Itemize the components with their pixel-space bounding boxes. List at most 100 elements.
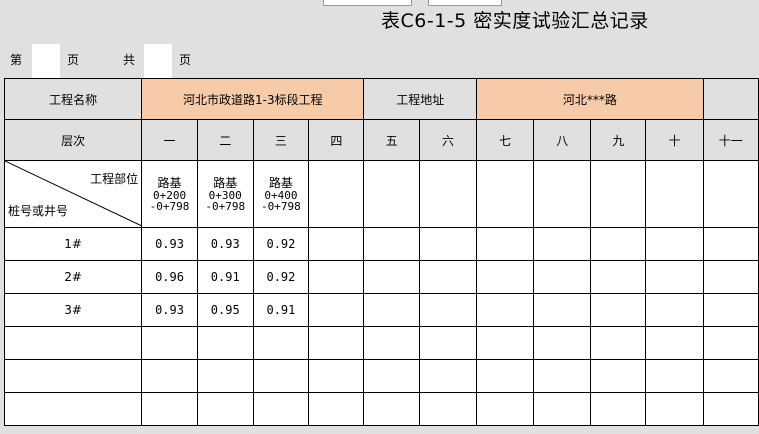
empty-cell[interactable] xyxy=(590,227,647,261)
density-value[interactable]: 0.92 xyxy=(252,227,310,261)
empty-cell[interactable] xyxy=(363,293,420,327)
empty-cell[interactable] xyxy=(533,293,592,327)
density-value[interactable]: 0.92 xyxy=(252,260,310,294)
empty-cell[interactable] xyxy=(418,392,478,426)
empty-cell[interactable] xyxy=(308,260,365,294)
empty-cell[interactable] xyxy=(645,227,704,261)
empty-cell[interactable] xyxy=(590,359,647,393)
level-header[interactable]: 六 xyxy=(418,119,478,161)
location-cell[interactable] xyxy=(590,160,647,228)
empty-cell[interactable] xyxy=(141,392,198,426)
empty-cell[interactable] xyxy=(476,359,535,393)
empty-cell[interactable] xyxy=(363,227,420,261)
empty-cell[interactable] xyxy=(363,326,420,360)
location-cell[interactable] xyxy=(476,160,535,228)
empty-cell[interactable] xyxy=(476,260,535,294)
empty-cell[interactable] xyxy=(645,260,704,294)
empty-cell[interactable] xyxy=(476,326,535,360)
empty-cell[interactable] xyxy=(141,326,198,360)
location-cell[interactable] xyxy=(645,160,704,228)
empty-cell[interactable] xyxy=(533,359,592,393)
page-number-cell[interactable] xyxy=(32,44,60,78)
location-cell[interactable] xyxy=(702,160,759,228)
density-value[interactable]: 0.91 xyxy=(196,260,254,294)
density-value[interactable]: 0.91 xyxy=(252,293,310,327)
empty-cell[interactable] xyxy=(308,392,365,426)
empty-cell[interactable] xyxy=(645,359,704,393)
empty-cell[interactable] xyxy=(590,293,647,327)
empty-cell[interactable] xyxy=(702,359,759,393)
location-cell[interactable] xyxy=(418,160,478,228)
empty-cell[interactable] xyxy=(308,326,365,360)
empty-cell[interactable] xyxy=(702,260,759,294)
level-header[interactable]: 九 xyxy=(590,119,647,161)
empty-cell[interactable] xyxy=(645,326,704,360)
empty-cell[interactable] xyxy=(533,392,592,426)
level-header[interactable]: 八 xyxy=(533,119,592,161)
empty-cell[interactable] xyxy=(308,359,365,393)
level-header[interactable]: 四 xyxy=(308,119,365,161)
empty-cell[interactable] xyxy=(476,293,535,327)
empty-cell[interactable] xyxy=(476,227,535,261)
location-cell[interactable] xyxy=(308,160,365,228)
density-value[interactable]: 0.95 xyxy=(196,293,254,327)
empty-cell[interactable] xyxy=(476,392,535,426)
empty-cell[interactable] xyxy=(590,392,647,426)
empty-cell[interactable] xyxy=(533,260,592,294)
empty-cell[interactable] xyxy=(702,227,759,261)
empty-cell[interactable] xyxy=(533,326,592,360)
empty-cell[interactable] xyxy=(702,326,759,360)
level-header[interactable]: 十 xyxy=(645,119,704,161)
empty-cell[interactable] xyxy=(418,293,478,327)
location-cell[interactable] xyxy=(363,160,420,228)
density-value[interactable]: 0.93 xyxy=(196,227,254,261)
station-id[interactable]: 1# xyxy=(3,227,143,261)
empty-cell[interactable] xyxy=(196,359,254,393)
level-header[interactable]: 三 xyxy=(252,119,310,161)
empty-cell[interactable] xyxy=(3,359,143,393)
location-cell[interactable]: 路基 0+300 -0+798 xyxy=(196,160,254,228)
level-header[interactable]: 五 xyxy=(363,119,420,161)
empty-cell[interactable] xyxy=(363,359,420,393)
blank-cell[interactable] xyxy=(702,78,759,120)
empty-cell[interactable] xyxy=(363,392,420,426)
density-value[interactable]: 0.96 xyxy=(141,260,198,294)
station-id[interactable]: 3# xyxy=(3,293,143,327)
station-id[interactable]: 2# xyxy=(3,260,143,294)
empty-cell[interactable] xyxy=(3,392,143,426)
density-value[interactable]: 0.93 xyxy=(141,293,198,327)
empty-cell[interactable] xyxy=(252,359,310,393)
empty-cell[interactable] xyxy=(252,392,310,426)
empty-cell[interactable] xyxy=(590,260,647,294)
empty-cell[interactable] xyxy=(308,293,365,327)
diagonal-header-cell[interactable]: 工程部位 桩号或井号 xyxy=(3,160,143,228)
empty-cell[interactable] xyxy=(196,392,254,426)
empty-cell[interactable] xyxy=(418,326,478,360)
level-header[interactable]: 十一 xyxy=(702,119,759,161)
empty-cell[interactable] xyxy=(252,326,310,360)
empty-cell[interactable] xyxy=(418,260,478,294)
level-header[interactable]: 七 xyxy=(476,119,535,161)
empty-cell[interactable] xyxy=(141,359,198,393)
level-header[interactable]: 二 xyxy=(196,119,254,161)
density-value[interactable]: 0.93 xyxy=(141,227,198,261)
empty-cell[interactable] xyxy=(645,293,704,327)
empty-cell[interactable] xyxy=(363,260,420,294)
total-pages-cell[interactable] xyxy=(144,44,172,78)
empty-cell[interactable] xyxy=(418,227,478,261)
location-cell[interactable] xyxy=(533,160,592,228)
empty-cell[interactable] xyxy=(590,326,647,360)
empty-cell[interactable] xyxy=(308,227,365,261)
location-cell[interactable]: 路基 0+200 -0+798 xyxy=(141,160,198,228)
location-cell[interactable]: 路基 0+400 -0+798 xyxy=(252,160,310,228)
empty-cell[interactable] xyxy=(645,392,704,426)
empty-cell[interactable] xyxy=(196,326,254,360)
empty-cell[interactable] xyxy=(702,293,759,327)
project-name-value[interactable]: 河北市政道路1-3标段工程 xyxy=(141,78,365,120)
level-header[interactable]: 一 xyxy=(141,119,198,161)
empty-cell[interactable] xyxy=(533,227,592,261)
empty-cell[interactable] xyxy=(3,326,143,360)
empty-cell[interactable] xyxy=(702,392,759,426)
project-address-value[interactable]: 河北***路 xyxy=(476,78,704,120)
empty-cell[interactable] xyxy=(418,359,478,393)
